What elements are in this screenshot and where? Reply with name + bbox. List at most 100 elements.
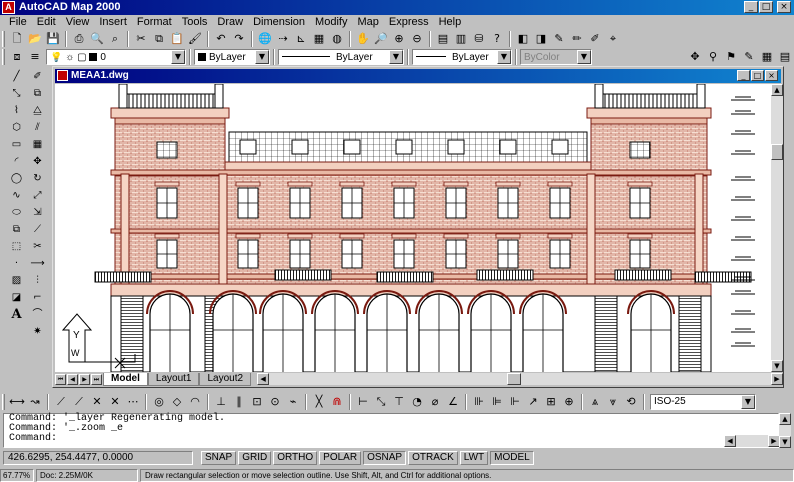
copy-icon[interactable]: ⧉: [151, 31, 167, 47]
hatch-icon[interactable]: ▨: [9, 273, 24, 288]
grid-toggle[interactable]: GRID: [238, 450, 272, 465]
menu-insert[interactable]: Insert: [94, 15, 132, 29]
rectangle-icon[interactable]: ▭: [9, 137, 24, 152]
scroll-thumb[interactable]: [507, 373, 522, 385]
layers-icon[interactable]: ≡: [27, 49, 43, 65]
temp-track-icon[interactable]: ⟷: [9, 394, 25, 410]
snap-extension-icon[interactable]: ⋯: [125, 394, 141, 410]
dimstyle-select[interactable]: ISO-25 ▼: [650, 393, 756, 410]
scroll-thumb[interactable]: [771, 144, 783, 160]
first-tab-icon[interactable]: ⏮: [55, 373, 66, 385]
chamfer-icon[interactable]: ⌐: [30, 290, 45, 305]
dbconnect-icon[interactable]: ⛁: [471, 31, 487, 47]
scale-icon[interactable]: ⤢: [30, 188, 45, 203]
map-tool-6-icon[interactable]: ⌖: [605, 31, 621, 47]
angular-dimension-icon[interactable]: ∠: [445, 394, 461, 410]
erase-icon[interactable]: ✐: [30, 69, 45, 84]
dimension-edit-icon[interactable]: ⩓: [587, 394, 603, 410]
polyline-icon[interactable]: ⌇: [9, 103, 24, 118]
menu-express[interactable]: Express: [384, 15, 434, 29]
ellipse-icon[interactable]: ⬭: [9, 205, 24, 220]
diameter-dimension-icon[interactable]: ⌀: [427, 394, 443, 410]
snap-none-icon[interactable]: ╳: [311, 394, 327, 410]
map-edit-icon[interactable]: ✎: [741, 49, 757, 65]
extend-icon[interactable]: ⟶: [30, 256, 45, 271]
match-properties-icon[interactable]: 🖌: [187, 31, 203, 47]
menu-file[interactable]: File: [4, 15, 32, 29]
point-icon[interactable]: ·: [9, 256, 24, 271]
zoom-realtime-icon[interactable]: 🔎: [373, 31, 389, 47]
menu-help[interactable]: Help: [434, 15, 467, 29]
scroll-left-icon[interactable]: ◀: [724, 435, 736, 447]
chevron-down-icon[interactable]: ▼: [741, 394, 755, 409]
stretch-icon[interactable]: ⇲: [30, 205, 45, 220]
chevron-down-icon[interactable]: ▼: [171, 50, 185, 64]
quick-dimension-icon[interactable]: ⊪: [471, 394, 487, 410]
command-prompt[interactable]: Command:: [4, 434, 778, 444]
print-icon[interactable]: ⎙: [71, 31, 87, 47]
menu-edit[interactable]: Edit: [32, 15, 61, 29]
snap-parallel-icon[interactable]: ∥: [231, 394, 247, 410]
chevron-down-icon[interactable]: ▼: [389, 50, 403, 64]
fillet-icon[interactable]: ⌒: [30, 307, 45, 322]
snap-tangent-icon[interactable]: ◠: [187, 394, 203, 410]
insert-block-icon[interactable]: ⧉: [9, 222, 24, 237]
preview-icon[interactable]: 🔍: [89, 31, 105, 47]
menu-format[interactable]: Format: [132, 15, 177, 29]
model-toggle[interactable]: MODEL: [490, 450, 534, 465]
array-icon[interactable]: ▦: [30, 137, 45, 152]
region-icon[interactable]: ◪: [9, 290, 24, 305]
polygon-icon[interactable]: ⬡: [9, 120, 24, 135]
otrack-toggle[interactable]: OTRACK: [408, 450, 458, 465]
circle-icon[interactable]: ◯: [9, 171, 24, 186]
command-vscrollbar[interactable]: ▲ ▼: [779, 413, 791, 448]
last-tab-icon[interactable]: ⏭: [91, 373, 102, 385]
tolerance-icon[interactable]: ⊞: [543, 394, 559, 410]
snap-nearest-icon[interactable]: ⌁: [285, 394, 301, 410]
tab-model[interactable]: Model: [103, 372, 148, 386]
close-icon[interactable]: ×: [777, 1, 791, 13]
offset-icon[interactable]: ⫽: [30, 120, 45, 135]
3d-orbit-icon[interactable]: ◍: [329, 31, 345, 47]
multiline-text-icon[interactable]: A: [9, 307, 24, 322]
drawing-canvas[interactable]: Y W: [55, 84, 771, 372]
map-tool-3-icon[interactable]: ✎: [551, 31, 567, 47]
snap-quadrant-icon[interactable]: ◇: [169, 394, 185, 410]
autocad-logo-icon[interactable]: A: [2, 1, 15, 14]
menu-view[interactable]: View: [61, 15, 95, 29]
scroll-up-icon[interactable]: ▲: [771, 84, 783, 96]
drawing-icon[interactable]: [57, 70, 68, 81]
vertical-scrollbar[interactable]: ▲ ▼: [771, 84, 783, 372]
snap-center-icon[interactable]: ◎: [151, 394, 167, 410]
map-tool-2-icon[interactable]: ◨: [533, 31, 549, 47]
maximize-icon[interactable]: □: [759, 1, 773, 13]
command-window[interactable]: Command: '_layer Regenerating model. Com…: [3, 413, 780, 448]
lwt-toggle[interactable]: LWT: [459, 450, 489, 465]
minimize-icon[interactable]: _: [744, 1, 758, 13]
snap-settings-icon[interactable]: ⋒: [329, 394, 345, 410]
ortho-toggle[interactable]: ORTHO: [273, 450, 318, 465]
scroll-down-icon[interactable]: ▼: [779, 436, 791, 448]
tracking-icon[interactable]: ⇢: [275, 31, 291, 47]
menu-draw[interactable]: Draw: [212, 15, 248, 29]
mirror-icon[interactable]: ⧋: [30, 103, 45, 118]
make-block-icon[interactable]: ⬚: [9, 239, 24, 254]
close-icon[interactable]: ×: [765, 70, 778, 81]
toolbar-grip[interactable]: [2, 31, 5, 47]
linetype-select[interactable]: ByLayer ▼: [278, 49, 404, 65]
minimize-icon[interactable]: _: [737, 70, 750, 81]
command-hscrollbar[interactable]: ◀ ▶: [724, 435, 780, 447]
chevron-down-icon[interactable]: ▼: [497, 50, 511, 64]
snap-node-icon[interactable]: ⊙: [267, 394, 283, 410]
zoom-previous-icon[interactable]: ⊖: [409, 31, 425, 47]
chevron-down-icon[interactable]: ▼: [255, 50, 269, 64]
snap-toggle[interactable]: SNAP: [201, 450, 237, 465]
map-legend-icon[interactable]: ▤: [777, 49, 793, 65]
design-center-icon[interactable]: ▥: [453, 31, 469, 47]
spline-icon[interactable]: ∿: [9, 188, 24, 203]
menu-dimension[interactable]: Dimension: [248, 15, 310, 29]
linear-dimension-icon[interactable]: ⊢: [355, 394, 371, 410]
named-views-icon[interactable]: ▦: [311, 31, 327, 47]
continue-dimension-icon[interactable]: ⊩: [507, 394, 523, 410]
lineweight-select[interactable]: ByLayer ▼: [412, 49, 512, 65]
